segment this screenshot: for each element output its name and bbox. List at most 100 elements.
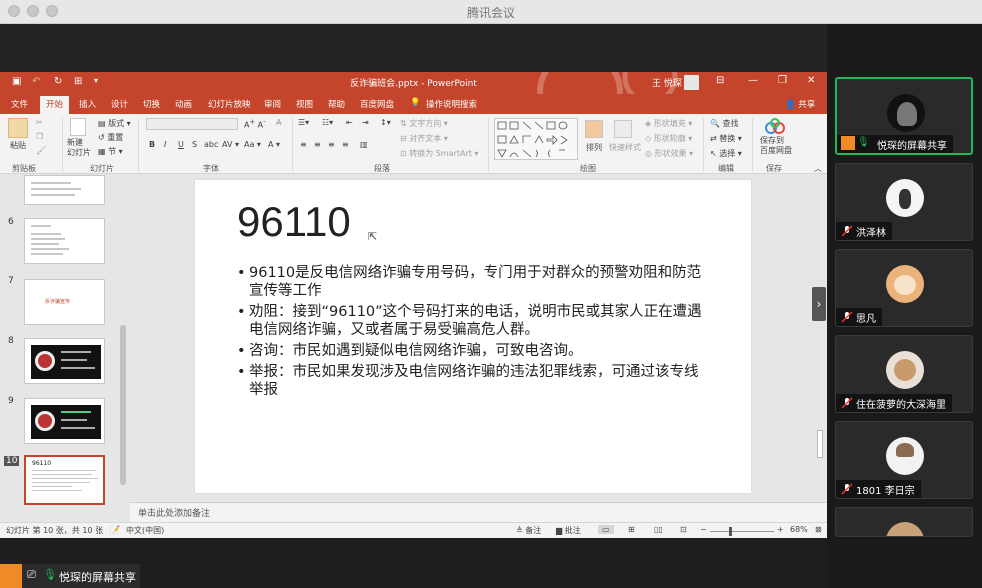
replace-button[interactable]: ⇄ 替换 ▾ <box>710 133 742 144</box>
participant-tile[interactable] <box>835 507 973 537</box>
notes-pane[interactable]: 单击此处添加备注 <box>130 502 827 522</box>
spellcheck-icon[interactable]: 📝 <box>110 525 120 534</box>
notes-toggle[interactable]: ≜ 备注 <box>516 525 541 536</box>
shape-outline-button[interactable]: ◇ 形状轮廓 ▾ <box>645 133 692 144</box>
baidu-netdisk-icon[interactable] <box>764 118 786 134</box>
zoom-slider[interactable] <box>710 531 774 532</box>
layout-button[interactable]: ▤ 版式 ▾ <box>98 118 131 129</box>
find-button[interactable]: 🔍 查找 <box>710 118 739 129</box>
paste-button[interactable]: 粘贴 <box>10 140 26 151</box>
share-button[interactable]: 👤 共享 <box>785 98 815 110</box>
decrease-indent-button[interactable]: ⇤ <box>346 118 353 127</box>
align-center-button[interactable]: ≡ <box>314 140 321 149</box>
clear-formatting-icon[interactable]: A̶ <box>276 118 281 127</box>
bullets-button[interactable]: ☰▾ <box>298 118 309 127</box>
slideshow-icon[interactable]: ⊡ <box>680 525 687 534</box>
convert-smartart-button[interactable]: ⊡ 转换为 SmartArt ▾ <box>400 148 478 159</box>
quick-styles-button[interactable]: 快速样式 <box>609 142 641 153</box>
format-painter-icon[interactable]: 🖌 <box>36 146 46 155</box>
arrange-button[interactable]: 排列 <box>586 142 602 153</box>
shapes-gallery[interactable] <box>494 118 578 160</box>
align-left-button[interactable]: ≡ <box>300 140 307 149</box>
tab-transitions[interactable]: 切换 <box>143 98 160 110</box>
italic-button[interactable]: I <box>164 140 166 149</box>
text-direction-button[interactable]: ⇅ 文字方向 ▾ <box>400 118 448 129</box>
language-indicator[interactable]: 中文(中国) <box>126 525 164 536</box>
slide-sorter-icon[interactable]: ⊞ <box>628 525 635 534</box>
numbering-button[interactable]: ☷▾ <box>322 118 333 127</box>
new-slide-button[interactable]: 新建 幻灯片 <box>67 138 91 158</box>
paste-icon[interactable] <box>8 118 28 138</box>
participant-tile[interactable]: 住在菠萝的大深海里 <box>835 335 973 413</box>
tab-baidu-netdisk[interactable]: 百度网盘 <box>360 98 394 110</box>
bold-button[interactable]: B <box>149 140 155 149</box>
participant-tile[interactable]: 1801 李日宗 <box>835 421 973 499</box>
slide-scrollbar[interactable] <box>815 175 825 497</box>
zoom-out-icon[interactable]: − <box>700 525 707 534</box>
change-case-button[interactable]: Aa ▾ <box>244 140 261 149</box>
thumbnail-7[interactable]: 反诈骗宣传 <box>24 279 105 325</box>
arrange-icon[interactable] <box>585 120 603 138</box>
tab-insert[interactable]: 插入 <box>79 98 96 110</box>
thumbnail-8[interactable] <box>24 338 105 384</box>
line-spacing-button[interactable]: ↕▾ <box>380 118 391 127</box>
thumbnail-6[interactable] <box>24 218 105 264</box>
font-size-increase-icon[interactable]: A+ A- <box>244 118 265 130</box>
thumbnail-scrollbar[interactable] <box>118 175 128 497</box>
shape-fill-button[interactable]: ◈ 形状填充 ▾ <box>645 118 692 129</box>
shape-effects-button[interactable]: ◎ 形状效果 ▾ <box>645 148 693 159</box>
comments-toggle[interactable]: ▆ 批注 <box>556 525 581 536</box>
align-right-button[interactable]: ≡ <box>328 140 335 149</box>
increase-indent-button[interactable]: ⇥ <box>362 118 369 127</box>
tab-file[interactable]: 文件 <box>11 98 28 110</box>
participant-tile[interactable]: 🎙 悦琛的屏幕共享 <box>835 77 973 155</box>
character-spacing-button[interactable]: AV ▾ <box>222 140 239 149</box>
user-avatar[interactable] <box>684 75 699 90</box>
font-name-box[interactable] <box>146 118 238 130</box>
tab-design[interactable]: 设计 <box>111 98 128 110</box>
restore-icon[interactable]: ❐ <box>778 75 787 86</box>
close-icon[interactable]: ✕ <box>807 75 815 86</box>
copy-icon[interactable]: ❐ <box>36 132 43 141</box>
thumbnail-9[interactable] <box>24 398 105 444</box>
expand-sidebar-chevron-icon[interactable]: › <box>812 287 826 321</box>
fit-to-window-icon[interactable]: ⊠ <box>815 525 822 534</box>
reading-view-icon[interactable]: ▯▯ <box>654 525 663 534</box>
participant-tile[interactable]: 思凡 <box>835 249 973 327</box>
slide-body[interactable]: 96110是反电信网络诈骗专用号码，专门用于对群众的预警劝阻和防范宣传等工作 劝… <box>237 264 712 402</box>
quick-styles-icon[interactable] <box>614 120 632 138</box>
tab-view[interactable]: 视图 <box>296 98 313 110</box>
save-to-netdisk-button[interactable]: 保存到 百度网盘 <box>760 136 792 156</box>
select-button[interactable]: ↖ 选择 ▾ <box>710 148 742 159</box>
tab-help[interactable]: 帮助 <box>328 98 345 110</box>
underline-button[interactable]: U <box>178 140 184 149</box>
collapse-ribbon-icon[interactable]: ︿ <box>814 163 822 174</box>
minimize-icon[interactable]: — <box>748 75 758 86</box>
ribbon-display-options-icon[interactable]: ⊟ <box>716 75 724 86</box>
tab-animations[interactable]: 动画 <box>175 98 192 110</box>
columns-button[interactable]: ▥ <box>360 140 368 149</box>
tab-slideshow[interactable]: 幻灯片放映 <box>208 98 251 110</box>
tab-review[interactable]: 审阅 <box>264 98 281 110</box>
participant-tile[interactable]: 洪泽林 <box>835 163 973 241</box>
strikethrough-button[interactable]: abc <box>204 140 218 149</box>
reset-button[interactable]: ↺ 重置 <box>98 132 123 143</box>
slide-canvas[interactable]: 96110 ⇱ 96110是反电信网络诈骗专用号码，专门用于对群众的预警劝阻和防… <box>195 180 751 493</box>
shadow-button[interactable]: S <box>192 140 197 149</box>
justify-button[interactable]: ≡ <box>342 140 349 149</box>
zoom-level[interactable]: 68% <box>790 525 808 534</box>
slide-title[interactable]: 96110 <box>237 198 351 246</box>
align-text-button[interactable]: ⊟ 对齐文本 ▾ <box>400 133 448 144</box>
section-button[interactable]: ▦ 节 ▾ <box>98 146 123 157</box>
tab-home[interactable]: 开始 <box>40 96 70 114</box>
new-slide-icon[interactable] <box>70 118 86 136</box>
thumbnail-5[interactable] <box>24 175 105 205</box>
cut-icon[interactable]: ✂ <box>36 118 43 127</box>
normal-view-icon[interactable]: ▭ <box>598 525 614 534</box>
user-name[interactable]: 王 悦琛 <box>652 76 682 89</box>
thumbnail-10[interactable]: 96110 <box>24 455 105 505</box>
font-color-button[interactable]: A ▾ <box>268 140 280 149</box>
zoom-in-icon[interactable]: + <box>777 525 784 534</box>
tell-me-search[interactable]: 操作说明搜索 <box>426 98 477 110</box>
zoom-slider-thumb[interactable] <box>729 527 732 536</box>
